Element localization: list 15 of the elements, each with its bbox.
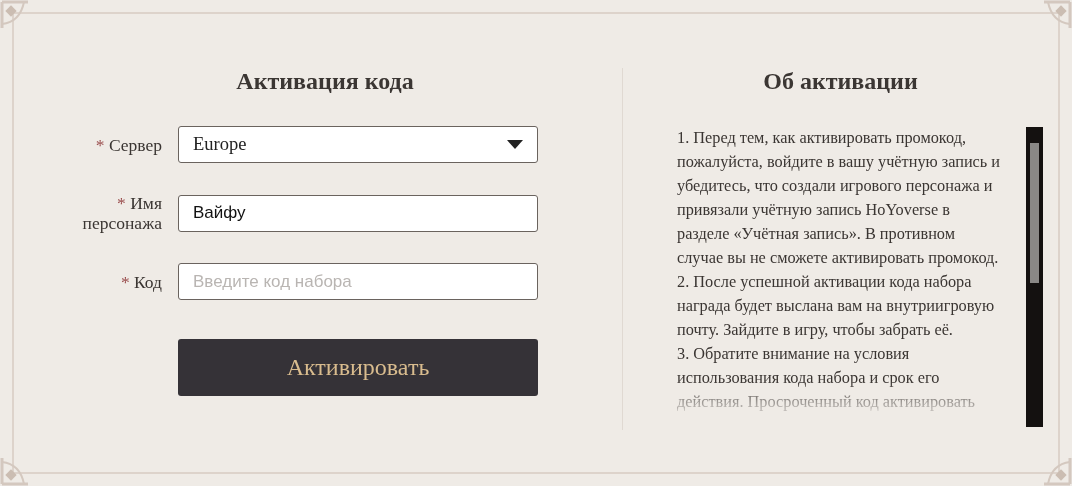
input-field[interactable]: Введите код набора — [178, 263, 538, 300]
scroll-thumb[interactable] — [1030, 143, 1039, 283]
field-label: * Имя персонажа — [81, 193, 162, 233]
info-paragraph: 1. Перед тем, как активировать промокод, пожалуйста, войдите в вашу учётную запись и убедитесь, что создали игрового персонажа и привязали учётную запись HoYoverse в разделе «Учётная запись». В противном случае вы не сможете активировать промокод. — [677, 127, 1002, 269]
server-dropdown[interactable]: Europe — [178, 126, 538, 163]
scrollbar[interactable] — [1026, 127, 1043, 427]
info-paragraph: 2. После успешной активации кода набора награда будет выслана вам на внутриигровую почту. Зайдите в игру, чтобы забрать её. — [677, 271, 996, 341]
activate-button[interactable]: Активировать — [178, 339, 538, 396]
caret-icon — [507, 140, 523, 149]
field-label: * Код — [119, 271, 162, 292]
info-paragraph: 3. Обратите внимание на условия использования кода набора и срок его действия. Просроченный код активировать — [677, 343, 977, 413]
form-title: Активация кода — [235, 67, 415, 96]
info-title: Об активации — [762, 67, 919, 96]
input-field[interactable]: Вайфу — [178, 194, 538, 232]
field-label: * Сервер — [94, 134, 162, 155]
